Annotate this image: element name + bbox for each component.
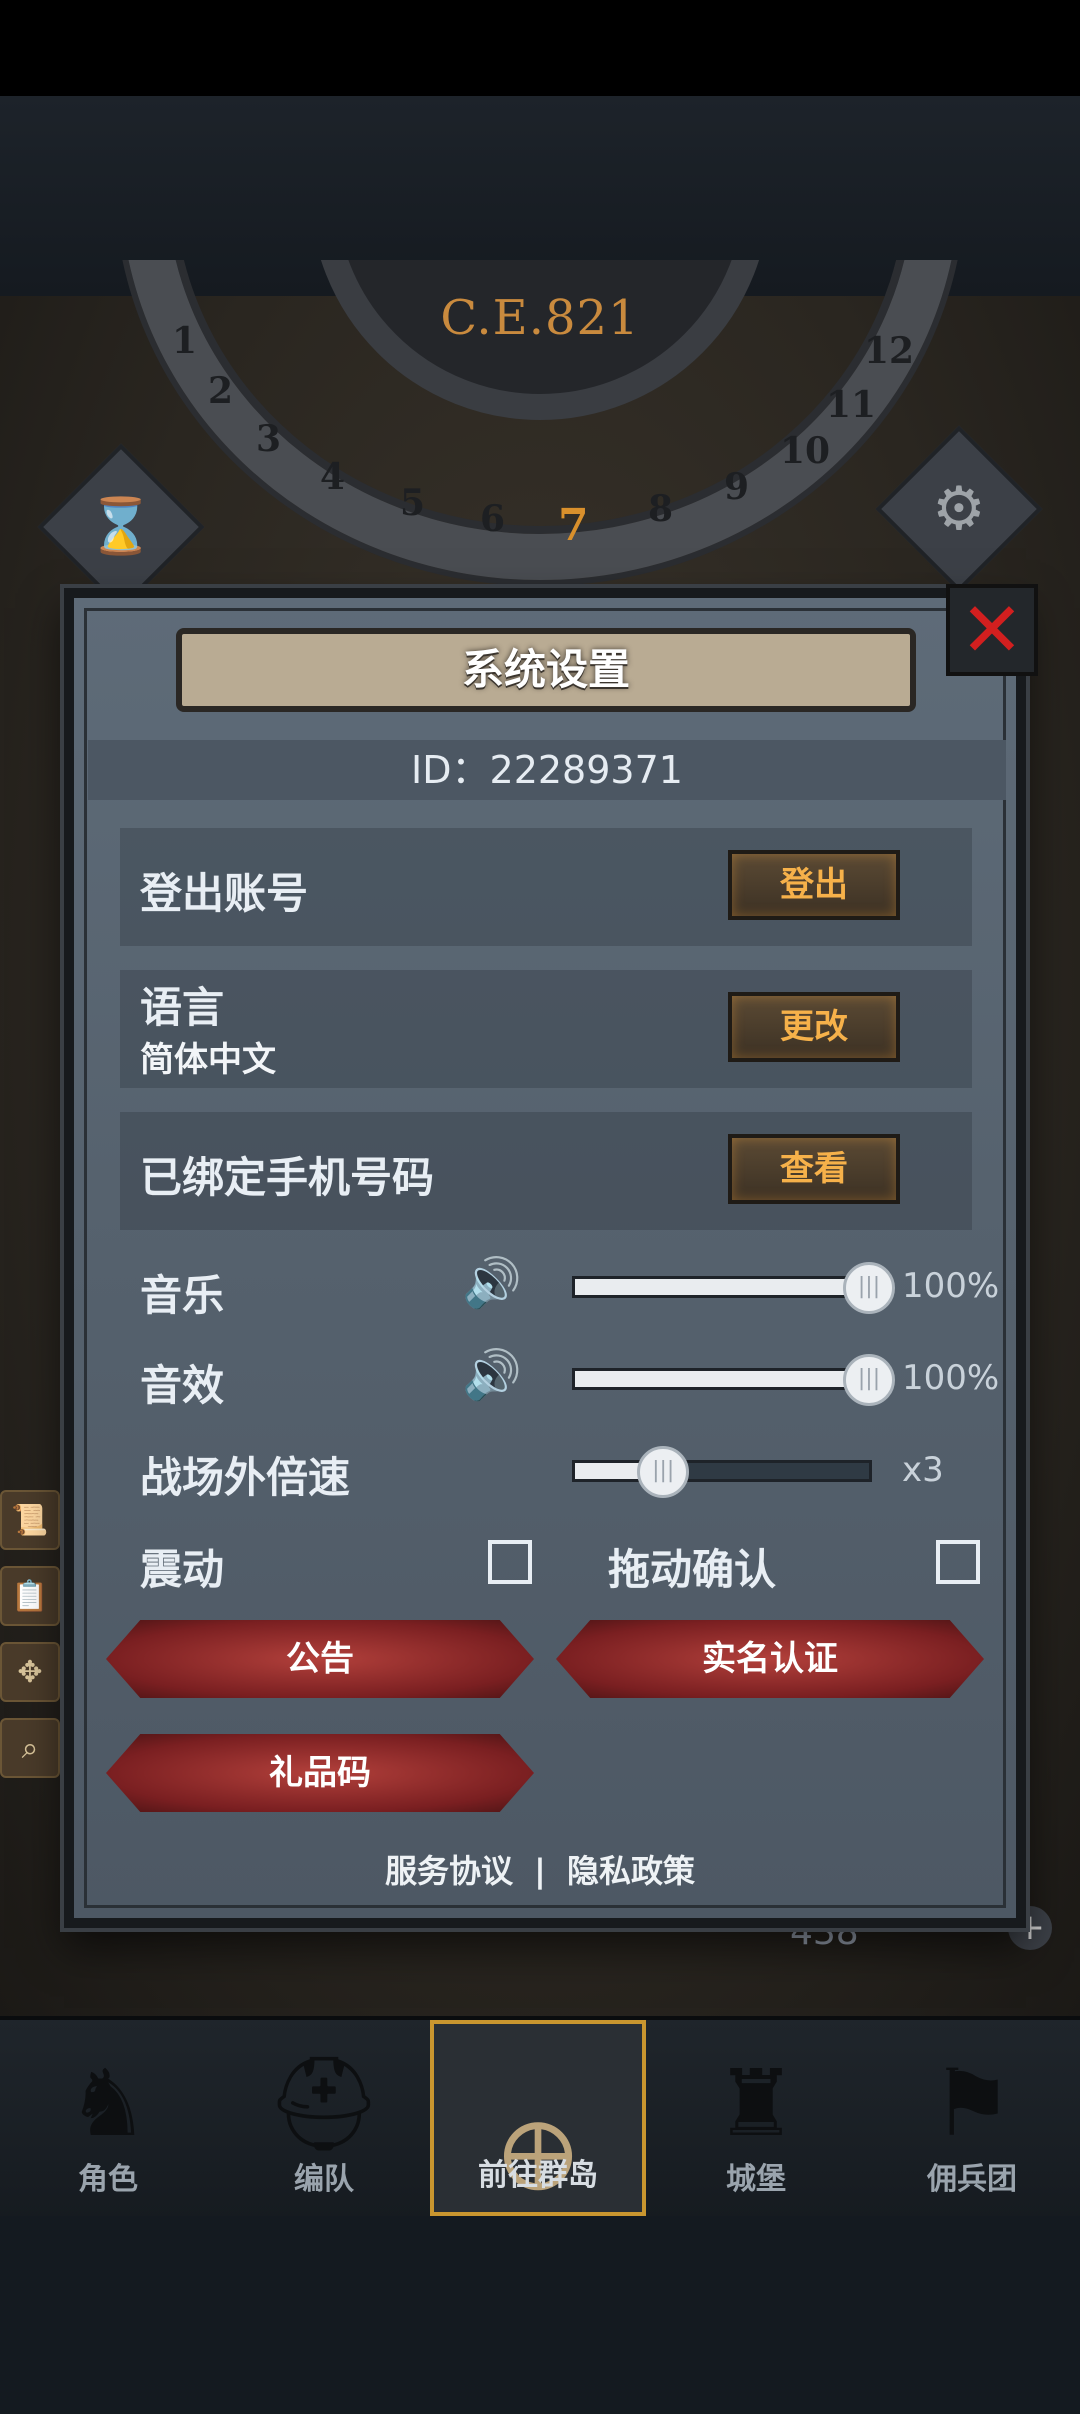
- drag-confirm-checkbox[interactable]: [936, 1540, 980, 1584]
- dial-number: 9: [724, 466, 750, 508]
- music-percent: 100%: [902, 1266, 1000, 1306]
- view-phone-button[interactable]: 查看: [728, 1134, 900, 1204]
- change-language-button[interactable]: 更改: [728, 992, 900, 1062]
- banner-icon: ⚑: [930, 2050, 1014, 2157]
- compass-icon[interactable]: ✥: [0, 1642, 60, 1702]
- sfx-label: 音效: [140, 1361, 225, 1410]
- nav-label: 佣兵团: [927, 2162, 1017, 2197]
- dial-number-active: 7: [558, 500, 589, 551]
- speaker-icon[interactable]: 🔊: [462, 1254, 522, 1311]
- battle-speed-slider[interactable]: |||: [572, 1446, 872, 1498]
- scroll-icon[interactable]: 📜: [0, 1490, 60, 1550]
- gift-code-button[interactable]: 礼品码: [106, 1734, 534, 1812]
- globe-icon: 🜨: [499, 2104, 577, 2211]
- vibration-checkbox[interactable]: [488, 1540, 532, 1584]
- dial-number: 10: [780, 430, 831, 472]
- sfx-slider-knob[interactable]: |||: [843, 1354, 895, 1406]
- hourglass-icon: ⌛: [87, 495, 155, 558]
- dial-number: 3: [256, 418, 282, 460]
- helmet-icon: ⛑: [265, 2050, 383, 2157]
- search-icon[interactable]: ⌕: [0, 1718, 60, 1778]
- dial-number: 8: [648, 488, 674, 530]
- nav-item-castle[interactable]: ♜ 城堡: [648, 2020, 864, 2216]
- battle-speed-label: 战场外倍速: [140, 1453, 351, 1502]
- vibration-label: 震动: [140, 1545, 225, 1594]
- side-icons: 📜 📋 ✥ ⌕: [0, 1490, 62, 1794]
- calendar-dial: C.E.821 1 2 3 4 5 6 7 8 9 10 11 12: [120, 260, 960, 600]
- footer-links: 服务协议 | 隐私政策: [0, 1846, 1080, 1892]
- notice-button[interactable]: 公告: [106, 1620, 534, 1698]
- close-button[interactable]: ✕: [946, 584, 1038, 676]
- gear-icon: ⚙: [932, 473, 986, 544]
- dial-number: 5: [400, 482, 426, 524]
- nav-item-mercenary[interactable]: ⚑ 佣兵团: [864, 2020, 1080, 2216]
- music-slider-knob[interactable]: |||: [843, 1262, 895, 1314]
- close-icon: ✕: [960, 585, 1024, 674]
- sfx-percent: 100%: [902, 1358, 1000, 1398]
- dialog-frame: [84, 608, 1006, 1908]
- music-slider[interactable]: |||: [572, 1262, 895, 1314]
- castle-icon: ♜: [714, 2050, 798, 2157]
- nav-label: 前往群岛: [478, 2158, 598, 2193]
- dial-number: 11: [826, 384, 877, 426]
- dialog-title: 系统设置: [176, 628, 916, 712]
- player-id: ID：22289371: [88, 740, 1006, 800]
- status-bar: [0, 0, 1080, 96]
- logout-row: 登出账号 登出: [120, 828, 972, 946]
- music-slider-fill: [575, 1279, 869, 1295]
- battle-speed-slider-knob[interactable]: |||: [637, 1446, 690, 1498]
- knight-icon: ♞: [66, 2050, 150, 2157]
- service-agreement-link[interactable]: 服务协议: [385, 1852, 513, 1890]
- drag-confirm-label: 拖动确认: [608, 1545, 777, 1594]
- dial-number: 6: [480, 498, 506, 540]
- phone-row: 已绑定手机号码 查看: [120, 1112, 972, 1230]
- link-separator: |: [534, 1852, 546, 1890]
- language-label: 语言: [140, 983, 225, 1032]
- nav-item-character[interactable]: ♞ 角色: [0, 2020, 216, 2216]
- nav-label: 编队: [294, 2162, 354, 2197]
- language-row: 语言 简体中文 更改: [120, 970, 972, 1088]
- nav-item-islands[interactable]: 🜨 前往群岛: [430, 2020, 646, 2216]
- quest-icon[interactable]: 📋: [0, 1566, 60, 1626]
- era-label: C.E.821: [440, 290, 640, 346]
- dial-number: 12: [864, 330, 915, 372]
- logout-label: 登出账号: [140, 869, 309, 918]
- nav-label: 角色: [78, 2162, 138, 2197]
- dial-number: 1: [172, 320, 198, 362]
- dial-number: 4: [320, 456, 346, 498]
- dial-number: 2: [208, 370, 234, 412]
- battle-speed-value: x3: [902, 1450, 944, 1490]
- sfx-slider[interactable]: |||: [572, 1354, 895, 1406]
- language-value: 简体中文: [140, 1040, 276, 1080]
- privacy-policy-link[interactable]: 隐私政策: [567, 1852, 695, 1890]
- real-name-button[interactable]: 实名认证: [556, 1620, 984, 1698]
- nav-item-formation[interactable]: ⛑ 编队: [216, 2020, 432, 2216]
- nav-label: 城堡: [726, 2162, 786, 2197]
- logout-button[interactable]: 登出: [728, 850, 900, 920]
- sfx-slider-fill: [575, 1371, 869, 1387]
- phone-label: 已绑定手机号码: [140, 1153, 435, 1202]
- bottom-area: [0, 2216, 1080, 2414]
- speaker-icon[interactable]: 🔊: [462, 1346, 522, 1403]
- music-label: 音乐: [140, 1271, 225, 1320]
